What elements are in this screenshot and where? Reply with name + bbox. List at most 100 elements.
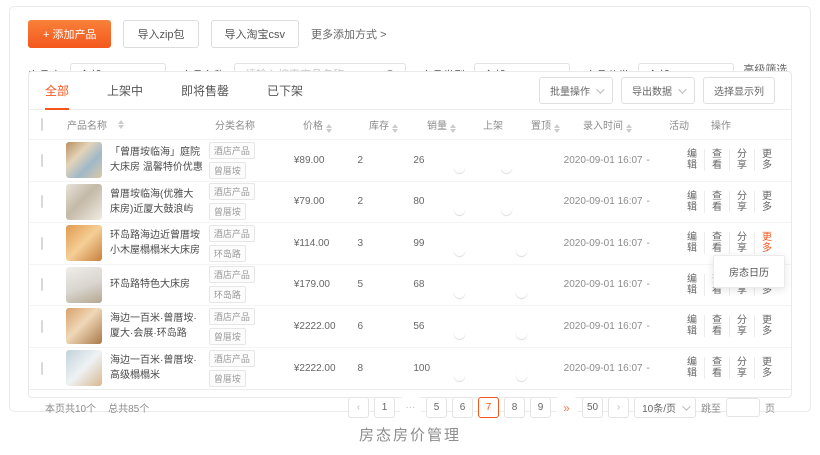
product-name-text[interactable]: 「曾厝垵临海」庭院大床房 温馨特价优惠 xyxy=(110,145,203,175)
row-action-view[interactable]: 查看 xyxy=(704,357,729,379)
sort-icon[interactable] xyxy=(118,120,124,129)
category-cell: 酒店产品 曾厝垵 xyxy=(209,350,294,387)
batch-operation-button[interactable]: 批量操作 xyxy=(539,77,613,104)
header-entry-time[interactable]: 录入时间 xyxy=(583,117,669,133)
room-calendar-popup[interactable]: 房态日历 xyxy=(713,255,785,288)
jump-label: 跳至 xyxy=(701,400,721,415)
row-checkbox[interactable] xyxy=(41,320,43,333)
sort-icon[interactable] xyxy=(626,124,632,133)
category-cell: 酒店产品 环岛路 xyxy=(209,266,294,303)
row-action-view[interactable]: 查看 xyxy=(704,191,729,213)
header-price[interactable]: 价格 xyxy=(303,117,369,133)
row-action-edit[interactable]: 编辑 xyxy=(687,315,704,337)
more-add-methods-link[interactable]: 更多添加方式 > xyxy=(311,26,386,42)
row-action-share[interactable]: 分享 xyxy=(729,191,754,213)
row-action-more[interactable]: 更多 xyxy=(754,232,779,254)
price-cell: ¥2222.00 xyxy=(294,321,358,332)
page-number-button[interactable]: 6 xyxy=(452,397,473,418)
next-page-button[interactable]: › xyxy=(608,397,629,418)
row-action-more[interactable]: 更多 xyxy=(754,315,779,337)
header-sales[interactable]: 销量 xyxy=(427,117,483,133)
row-action-more[interactable]: 更多 xyxy=(754,191,779,213)
row-action-view[interactable]: 查看 xyxy=(704,149,729,171)
product-thumbnail[interactable] xyxy=(66,142,102,178)
row-action-edit[interactable]: 编辑 xyxy=(687,274,704,296)
activity-cell: - xyxy=(647,321,687,332)
sort-icon[interactable] xyxy=(554,124,560,133)
product-name-text[interactable]: 环岛路海边近曾厝垵小木屋榻榻米大床房 xyxy=(110,228,203,258)
row-action-more[interactable]: 更多 xyxy=(754,357,779,379)
select-columns-button[interactable]: 选择显示列 xyxy=(703,77,775,104)
row-action-edit[interactable]: 编辑 xyxy=(687,149,704,171)
header-pinned[interactable]: 置顶 xyxy=(531,117,583,133)
activity-cell: - xyxy=(647,196,687,207)
row-action-share[interactable]: 分享 xyxy=(729,149,754,171)
page-number-button[interactable]: 5 xyxy=(426,397,447,418)
card-header: 全部 上架中 即将售罄 已下架 批量操作 导出数据 选择显示列 xyxy=(29,72,791,110)
row-checkbox[interactable] xyxy=(41,362,43,375)
forward-pages-button[interactable]: » xyxy=(556,397,577,418)
row-checkbox[interactable] xyxy=(41,278,43,291)
category-tag: 酒店产品 xyxy=(209,266,255,283)
row-action-share[interactable]: 分享 xyxy=(729,232,754,254)
import-taobao-csv-button[interactable]: 导入淘宝csv xyxy=(211,20,300,48)
header-product-name[interactable]: 产品名称 xyxy=(67,117,215,132)
product-thumbnail[interactable] xyxy=(66,225,102,261)
page-number-button[interactable]: 9 xyxy=(530,397,551,418)
page-number-button[interactable]: 7 xyxy=(478,397,499,418)
sort-icon[interactable] xyxy=(450,124,456,133)
product-thumbnail[interactable] xyxy=(66,308,102,344)
tab-selling-out[interactable]: 即将售罄 xyxy=(181,72,229,109)
product-thumbnail[interactable] xyxy=(66,267,102,303)
prev-page-button[interactable]: ‹ xyxy=(348,397,369,418)
row-checkbox[interactable] xyxy=(41,195,43,208)
page-number-button[interactable]: 1 xyxy=(374,397,395,418)
row-checkbox[interactable] xyxy=(41,237,43,250)
table-row: 海边一百米·曾厝垵·厦大·会展·环岛路 酒店产品 曾厝垵 ¥2222.00 6 … xyxy=(29,306,791,348)
table-row: 曾厝垵临海(优雅大床房)近厦大鼓浪屿 酒店产品 曾厝垵 ¥79.00 2 80 … xyxy=(29,182,791,224)
row-action-more[interactable]: 更多 xyxy=(754,149,779,171)
activity-cell: - xyxy=(647,155,687,166)
header-activity: 活动 xyxy=(669,117,711,132)
chevron-down-icon xyxy=(596,85,604,93)
product-name-text[interactable]: 海边一百米·曾厝垵·厦大·会展·环岛路 xyxy=(110,311,203,341)
row-action-share[interactable]: 分享 xyxy=(729,357,754,379)
operations-cell: 编辑 查看 分享 更多 房态日历 xyxy=(687,232,779,254)
product-name-text[interactable]: 曾厝垵临海(优雅大床房)近厦大鼓浪屿 xyxy=(110,187,203,217)
export-data-button[interactable]: 导出数据 xyxy=(621,77,695,104)
product-name-text[interactable]: 环岛路特色大床房 xyxy=(110,277,190,292)
import-zip-button[interactable]: 导入zip包 xyxy=(123,20,198,48)
page-number-button[interactable]: 50 xyxy=(582,397,603,418)
tab-off-shelf[interactable]: 已下架 xyxy=(267,72,303,109)
header-stock[interactable]: 库存 xyxy=(369,117,427,133)
product-name-text[interactable]: 海边一百米·曾厝垵·高级榻榻米 xyxy=(110,353,203,383)
select-all-checkbox[interactable] xyxy=(41,118,43,131)
main-panel: + 添加产品 导入zip包 导入淘宝csv 更多添加方式 > 产品库 全部 产品… xyxy=(9,6,811,412)
sort-icon[interactable] xyxy=(392,124,398,133)
page-number-button[interactable]: 8 xyxy=(504,397,525,418)
product-name-cell: 海边一百米·曾厝垵·高级榻榻米 xyxy=(66,350,209,386)
chevron-down-icon xyxy=(682,402,690,410)
total-count-text: 总共85个 xyxy=(108,400,149,415)
row-checkbox[interactable] xyxy=(41,154,43,167)
row-action-view[interactable]: 查看 xyxy=(704,232,729,254)
row-action-view[interactable]: 查看 xyxy=(704,315,729,337)
row-action-edit[interactable]: 编辑 xyxy=(687,191,704,213)
product-thumbnail[interactable] xyxy=(66,184,102,220)
sort-icon[interactable] xyxy=(326,124,332,133)
row-action-edit[interactable]: 编辑 xyxy=(687,357,704,379)
product-thumbnail[interactable] xyxy=(66,350,102,386)
header-operations: 操作 xyxy=(711,117,779,132)
page-count-text: 本页共10个 xyxy=(45,400,96,415)
operations-cell: 编辑 查看 分享 更多 房态日历 xyxy=(687,191,779,213)
row-action-edit[interactable]: 编辑 xyxy=(687,232,704,254)
jump-page-input[interactable] xyxy=(726,398,760,417)
row-action-share[interactable]: 分享 xyxy=(729,315,754,337)
tab-on-shelf[interactable]: 上架中 xyxy=(107,72,143,109)
add-product-button[interactable]: + 添加产品 xyxy=(28,20,111,48)
export-data-label: 导出数据 xyxy=(632,83,672,98)
price-cell: ¥79.00 xyxy=(294,196,358,207)
tab-all[interactable]: 全部 xyxy=(45,72,69,109)
category-tag: 曾厝垵 xyxy=(209,328,246,345)
page-size-select[interactable]: 10条/页 xyxy=(634,397,696,418)
